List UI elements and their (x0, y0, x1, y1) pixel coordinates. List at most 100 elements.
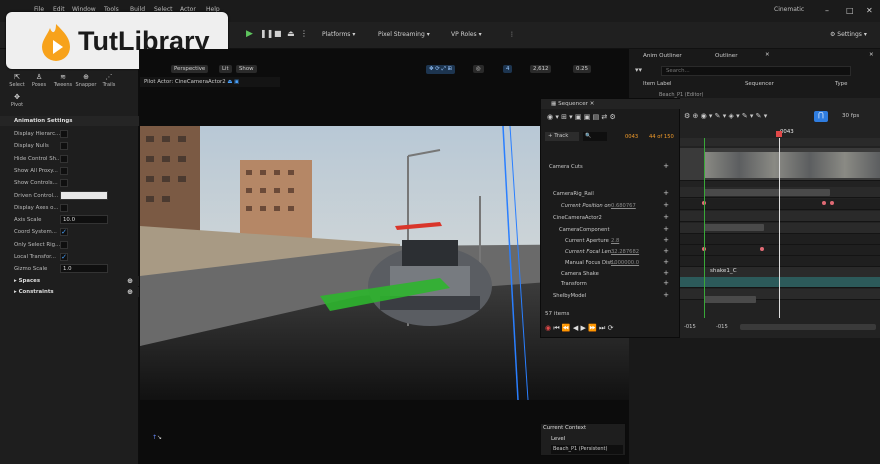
perspective-button[interactable]: Perspective (171, 65, 209, 73)
setting-checkbox[interactable] (60, 142, 68, 151)
sequencer-track[interactable]: Transform + (541, 278, 681, 289)
snap-toggle[interactable]: ⋂ (814, 111, 828, 122)
outliner-col-label[interactable]: Item Label (643, 81, 672, 87)
mode-trails[interactable]: ⋰ Trails (98, 73, 120, 88)
lit-button[interactable]: Lit (219, 65, 232, 73)
to-start-icon[interactable]: ⏮ (553, 324, 559, 332)
camera-count[interactable]: 4 (503, 65, 513, 73)
mode-poses[interactable]: ♙ Poses (28, 73, 50, 88)
add-key-icon[interactable]: + (663, 189, 669, 197)
setting-checkbox[interactable] (60, 130, 68, 138)
timeline-scrollbar[interactable] (740, 324, 876, 330)
play-icon[interactable]: ▶ (246, 29, 253, 39)
setting-checkbox[interactable] (60, 240, 68, 249)
context-level-select[interactable]: Beach_P1 (Persistent) (551, 445, 623, 454)
camera-speed[interactable]: 2,612 (530, 65, 552, 73)
loop-icon[interactable]: ⟳ (608, 324, 614, 332)
range-start[interactable]: -015 (684, 324, 696, 330)
record-icon[interactable]: ◉ (545, 324, 551, 332)
setting-number-input[interactable]: 10.0 (60, 215, 108, 225)
play-seq-icon[interactable]: ▶ (580, 324, 585, 332)
setting-checkbox[interactable] (60, 179, 68, 188)
maximize-icon[interactable]: □ (846, 6, 854, 15)
add-track-button[interactable]: + Track (545, 132, 579, 141)
add-key-icon[interactable]: + (663, 258, 669, 266)
next-key-icon[interactable]: ⏩ (588, 324, 597, 332)
keyframe[interactable] (760, 247, 764, 251)
sequencer-track[interactable]: CameraComponent + (541, 224, 681, 235)
add-key-icon[interactable]: + (663, 225, 669, 233)
toolbar-more-icon[interactable]: ⋮ (509, 31, 515, 38)
context-title[interactable]: Current Context (543, 425, 625, 431)
outliner-col-seq[interactable]: Sequencer (745, 81, 774, 87)
to-end-icon[interactable]: ⏭ (599, 324, 605, 332)
eject-pilot-icon[interactable]: ⏏ ▣ (227, 79, 239, 85)
track-value[interactable]: 1000000.0 (611, 260, 639, 266)
animation-settings-header[interactable]: Animation Settings (0, 116, 139, 126)
track-search[interactable]: 🔍 (583, 132, 607, 141)
sequencer-track[interactable]: ShelbyModel + (541, 290, 681, 301)
timeline-lane[interactable] (680, 256, 880, 267)
mode-snapper[interactable]: ⊕ Snapper (75, 73, 97, 88)
timeline-ruler[interactable] (680, 138, 880, 146)
sequencer-track[interactable]: Manual Focus Dist... 1000000.0 + (541, 257, 681, 268)
timeline-lane[interactable] (680, 245, 880, 256)
playhead-line[interactable] (779, 138, 780, 318)
pixel-streaming-button[interactable]: Pixel Streaming ▾ (378, 31, 430, 38)
timeline-lane[interactable] (680, 277, 880, 288)
add-key-icon[interactable]: + (663, 201, 669, 209)
camera-cut-thumbnails[interactable] (704, 152, 880, 178)
keyframe[interactable] (830, 201, 834, 205)
tab-outliner[interactable]: Outliner (715, 53, 738, 65)
transform-tools[interactable]: ✥ ⟳ ⤢ ⊞ (426, 65, 456, 74)
setting-checkbox[interactable]: ✓ (60, 228, 68, 237)
track-value[interactable]: 32.287682 (611, 249, 639, 255)
panel-close-icon[interactable]: ✕ (869, 52, 874, 64)
spaces-add-icon[interactable]: ⊕ (127, 277, 133, 285)
constraints-add-icon[interactable]: ⊕ (127, 288, 133, 296)
minimize-icon[interactable]: – (825, 6, 829, 15)
playhead-label[interactable]: 0043 (779, 128, 799, 137)
pause-icon[interactable]: ❚❚ (260, 29, 273, 38)
spaces-header[interactable]: ▸ Spaces ⊕ (0, 276, 139, 286)
add-key-icon[interactable]: + (663, 247, 669, 255)
setting-checkbox[interactable]: ✓ (60, 253, 68, 261)
settings-button[interactable]: ⚙ Settings ▾ (830, 31, 867, 38)
timeline-lane[interactable] (680, 234, 880, 245)
sequencer-track[interactable]: Camera Cuts + (541, 161, 681, 172)
sequencer-track[interactable]: CineCameraActor2 + (541, 212, 681, 223)
setting-checkbox[interactable] (60, 203, 68, 212)
keyframe[interactable] (822, 201, 826, 205)
platforms-button[interactable]: Platforms ▾ (322, 31, 355, 38)
stop-icon[interactable]: ■ (274, 29, 282, 38)
current-frame[interactable]: 0043 (625, 134, 638, 140)
track-value[interactable]: 2.8 (611, 238, 619, 244)
outliner-col-type[interactable]: Type (835, 81, 847, 87)
constraints-header[interactable]: ▸ Constraints ⊕ (0, 287, 139, 297)
setting-checkbox[interactable] (60, 166, 68, 175)
add-key-icon[interactable]: + (663, 279, 669, 287)
sequencer-track[interactable]: Current Position on 0.680767 + (541, 200, 681, 211)
sequencer-track[interactable]: Current Aperture 2.8 + (541, 235, 681, 246)
sequencer-track[interactable]: CameraRig_Rail + (541, 188, 681, 199)
add-key-icon[interactable]: + (663, 269, 669, 277)
vp-roles-button[interactable]: VP Roles ▾ (451, 31, 482, 38)
setting-checkbox[interactable] (60, 154, 68, 163)
add-key-icon[interactable]: + (663, 162, 669, 170)
setting-number-input[interactable]: 1.0 (60, 264, 108, 274)
add-key-icon[interactable]: + (663, 291, 669, 299)
sequencer-tab[interactable]: ▦ Sequencer ✕ (541, 99, 681, 109)
prev-key-icon[interactable]: ⏪ (562, 324, 571, 332)
more-icon[interactable]: ⋮ (300, 29, 308, 38)
add-key-icon[interactable]: + (663, 213, 669, 221)
reverse-icon[interactable]: ◀ (573, 324, 578, 332)
section-bar[interactable] (704, 189, 830, 196)
section-bar[interactable] (704, 296, 756, 303)
angle-snap[interactable]: 0.25 (573, 65, 592, 73)
section-bar[interactable] (704, 224, 764, 231)
track-value[interactable]: 0.680767 (611, 203, 636, 209)
filter-icon[interactable]: ▾▾ (635, 66, 642, 74)
timeline-lane[interactable] (680, 199, 880, 210)
mode-pivot[interactable]: ✥ Pivot (6, 93, 28, 108)
mode-select[interactable]: ⇱ Select (6, 73, 28, 88)
